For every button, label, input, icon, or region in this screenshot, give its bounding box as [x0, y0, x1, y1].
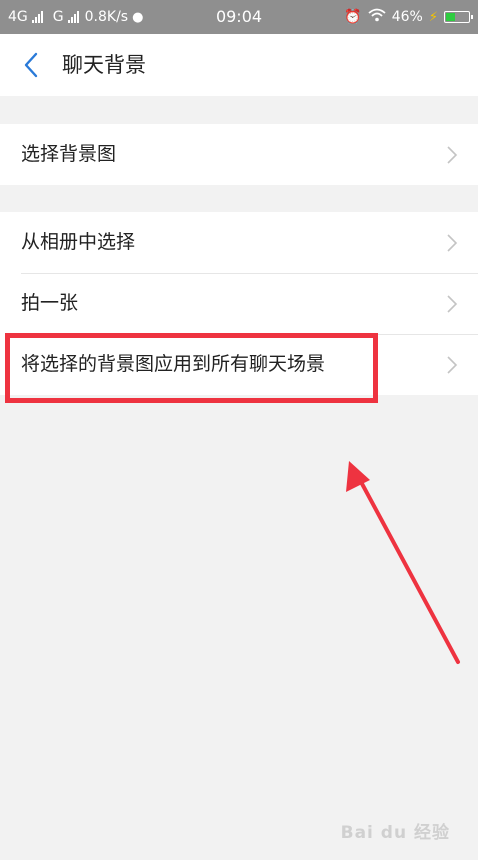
choose-from-album-row[interactable]: 从相册中选择	[0, 212, 478, 273]
status-bar: 4G G 0.8K/s ● 09:04 ⏰ 46% ⚡	[0, 0, 478, 34]
page-title: 聊天背景	[62, 53, 146, 77]
chevron-left-icon	[24, 52, 38, 78]
take-photo-row[interactable]: 拍一张	[0, 273, 478, 334]
apply-to-all-chats-row[interactable]: 将选择的背景图应用到所有聊天场景	[0, 334, 478, 395]
watermark: Bai du 经验	[340, 823, 450, 843]
select-background-row[interactable]: 选择背景图	[0, 124, 478, 185]
chevron-right-icon	[447, 295, 458, 313]
chevron-right-icon	[447, 356, 458, 374]
charging-icon: ⚡	[428, 9, 438, 25]
row-label: 将选择的背景图应用到所有聊天场景	[21, 353, 326, 375]
row-label: 选择背景图	[21, 143, 117, 165]
wifi-icon	[368, 8, 386, 26]
battery-percent: 46%	[391, 9, 423, 25]
back-button[interactable]	[18, 50, 48, 80]
title-bar: 聊天背景	[0, 34, 478, 96]
chevron-right-icon	[447, 146, 458, 164]
settings-group-1: 选择背景图	[0, 124, 478, 185]
chevron-right-icon	[447, 234, 458, 252]
settings-group-2: 从相册中选择 拍一张 将选择的背景图应用到所有聊天场景	[0, 212, 478, 395]
battery-icon	[444, 11, 473, 23]
row-label: 拍一张	[21, 292, 79, 314]
row-label: 从相册中选择	[21, 231, 136, 253]
status-right: ⏰ 46% ⚡	[344, 0, 473, 34]
alarm-icon: ⏰	[344, 9, 362, 25]
